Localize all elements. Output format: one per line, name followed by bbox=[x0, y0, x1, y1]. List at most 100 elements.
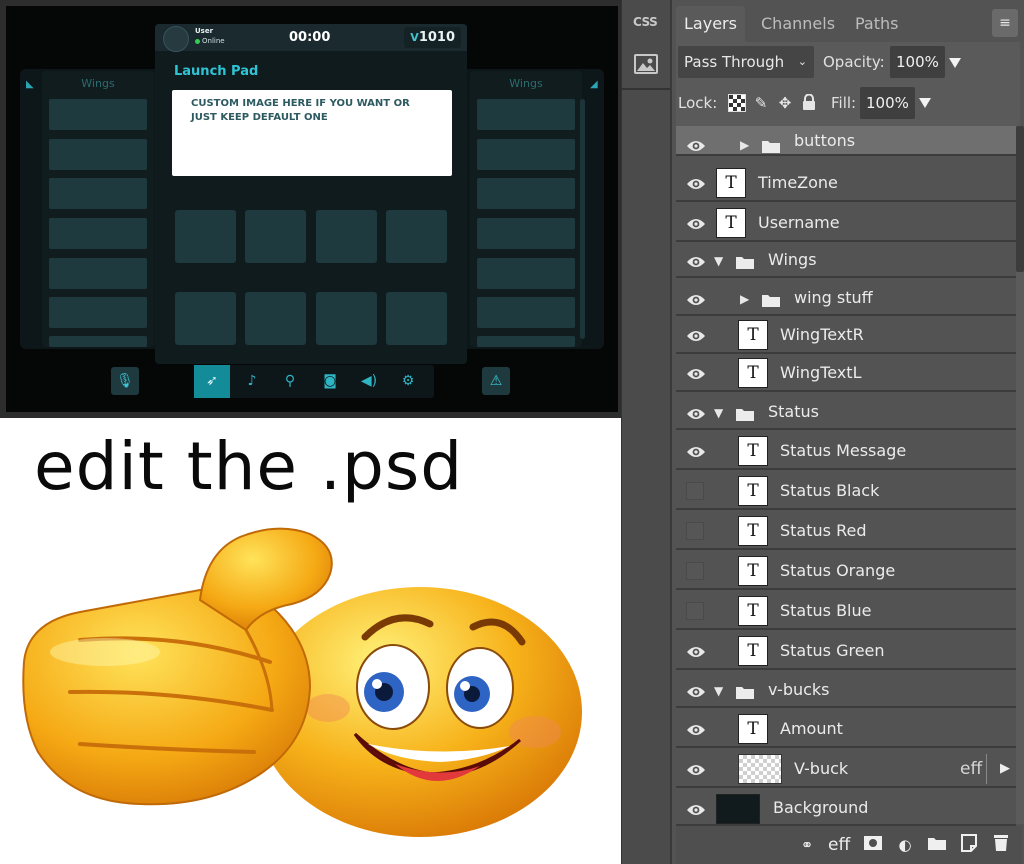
eye-icon[interactable] bbox=[686, 254, 706, 268]
layer-effects-badge[interactable]: eff bbox=[960, 750, 982, 788]
gear-button[interactable]: ⚙ bbox=[390, 365, 426, 398]
eye-icon[interactable] bbox=[686, 176, 706, 190]
app-tile[interactable] bbox=[175, 292, 236, 345]
rocket-button[interactable]: ➶ bbox=[194, 365, 230, 398]
layer-row[interactable]: T Username bbox=[676, 204, 1016, 242]
wing-left-tile[interactable] bbox=[49, 297, 147, 328]
visibility-toggle-off[interactable] bbox=[686, 602, 704, 620]
eye-icon[interactable] bbox=[686, 684, 706, 698]
layer-list-scrollbar[interactable] bbox=[1016, 126, 1024, 824]
chevron-right-icon[interactable]: ▶ bbox=[740, 291, 749, 307]
wing-right-tile[interactable] bbox=[477, 336, 575, 347]
microphone-button[interactable]: 🎙︎ bbox=[111, 367, 139, 395]
new-layer-icon[interactable] bbox=[958, 834, 980, 856]
eye-icon[interactable] bbox=[686, 138, 706, 152]
layer-row[interactable]: ▶ wing stuff bbox=[676, 280, 1016, 316]
wing-left-tile[interactable] bbox=[49, 178, 147, 209]
eye-icon[interactable] bbox=[686, 366, 706, 380]
layer-row[interactable]: T Status Red bbox=[676, 512, 1016, 550]
layer-row[interactable]: T Status Message bbox=[676, 432, 1016, 470]
eye-icon[interactable] bbox=[686, 644, 706, 658]
layer-row[interactable]: Background bbox=[676, 790, 1016, 826]
chevron-down-icon[interactable]: ▼ bbox=[714, 683, 723, 699]
lock-move-icon[interactable]: ✥ bbox=[776, 94, 794, 112]
app-tile[interactable] bbox=[245, 210, 306, 263]
folder-icon bbox=[762, 292, 780, 307]
layer-row[interactable]: T TimeZone bbox=[676, 164, 1016, 202]
layer-row[interactable]: ▼ Status bbox=[676, 394, 1016, 430]
wing-right-tile[interactable] bbox=[477, 258, 575, 289]
chevron-down-icon[interactable]: ▼ bbox=[714, 405, 723, 421]
visibility-toggle-off[interactable] bbox=[686, 482, 704, 500]
chevron-right-icon[interactable]: ▶ bbox=[1000, 761, 1010, 777]
wing-left-tile[interactable] bbox=[49, 258, 147, 289]
adjustment-icon[interactable]: ◐ bbox=[894, 834, 916, 856]
wing-right-tile[interactable] bbox=[477, 139, 575, 170]
bell-button[interactable]: ♪ bbox=[234, 365, 270, 398]
wing-right-tile[interactable] bbox=[477, 178, 575, 209]
app-tile[interactable] bbox=[175, 210, 236, 263]
chevron-down-icon[interactable]: ▼ bbox=[714, 253, 723, 269]
trash-icon[interactable] bbox=[990, 834, 1012, 856]
layer-row[interactable]: T Status Green bbox=[676, 632, 1016, 670]
layer-row[interactable]: T Status Blue bbox=[676, 592, 1016, 630]
camera-button[interactable]: ◙ bbox=[312, 365, 348, 398]
tab-paths[interactable]: Paths bbox=[847, 6, 906, 42]
tab-channels[interactable]: Channels bbox=[753, 6, 843, 42]
eye-icon[interactable] bbox=[686, 406, 706, 420]
fill-input[interactable]: 100% bbox=[860, 87, 915, 119]
app-tile[interactable] bbox=[386, 210, 447, 263]
tab-layers[interactable]: Layers bbox=[676, 6, 745, 42]
layer-row[interactable]: T WingTextR bbox=[676, 316, 1016, 354]
app-tile[interactable] bbox=[316, 210, 377, 263]
css-button[interactable]: CSS bbox=[633, 15, 658, 29]
layer-row[interactable]: T Status Orange bbox=[676, 552, 1016, 590]
layer-row[interactable]: T WingTextL bbox=[676, 354, 1016, 392]
blend-mode-select[interactable]: Pass Through ⌄ bbox=[678, 46, 814, 78]
wing-right-tile[interactable] bbox=[477, 297, 575, 328]
link-icon[interactable]: ⚭ bbox=[796, 834, 818, 856]
opacity-dropdown-icon[interactable] bbox=[949, 58, 961, 68]
wing-right-tile[interactable] bbox=[477, 218, 575, 249]
mask-icon[interactable] bbox=[862, 834, 884, 856]
layer-row[interactable]: ▼ Wings bbox=[676, 242, 1016, 278]
wing-right-tile[interactable] bbox=[477, 99, 575, 130]
fill-dropdown-icon[interactable] bbox=[919, 98, 931, 108]
wing-right-scrollbar-outer[interactable] bbox=[580, 99, 585, 339]
chevron-right-icon[interactable]: ▶ bbox=[740, 137, 749, 153]
eye-icon[interactable] bbox=[686, 292, 706, 306]
wing-left-tile[interactable] bbox=[49, 218, 147, 249]
avatar[interactable] bbox=[163, 26, 189, 52]
volume-button[interactable]: ◀) bbox=[351, 365, 387, 398]
eye-icon[interactable] bbox=[686, 216, 706, 230]
eye-icon[interactable] bbox=[686, 722, 706, 736]
lock-paint-brush-icon[interactable]: ✎ bbox=[752, 94, 770, 112]
layer-row[interactable]: ▶ buttons bbox=[676, 126, 1016, 156]
wing-left-tile[interactable] bbox=[49, 336, 147, 347]
visibility-toggle-off[interactable] bbox=[686, 522, 704, 540]
layer-row[interactable]: V-buck eff ▶ bbox=[676, 750, 1016, 788]
app-tile[interactable] bbox=[245, 292, 306, 345]
effects-icon[interactable]: eff bbox=[828, 834, 850, 856]
new-folder-icon[interactable] bbox=[926, 834, 948, 856]
eye-icon[interactable] bbox=[686, 762, 706, 776]
app-tile[interactable] bbox=[316, 292, 377, 345]
lock-all-icon[interactable] bbox=[800, 93, 818, 112]
lock-transparency-icon[interactable] bbox=[728, 94, 746, 112]
opacity-input[interactable]: 100% bbox=[890, 46, 945, 78]
panel-menu-button[interactable]: ≡ bbox=[992, 9, 1018, 37]
map-pin-button[interactable]: ⚲ bbox=[272, 365, 308, 398]
layer-row[interactable]: T Amount bbox=[676, 710, 1016, 748]
wing-left-tile[interactable] bbox=[49, 139, 147, 170]
eye-icon[interactable] bbox=[686, 328, 706, 342]
wing-left-tile[interactable] bbox=[49, 99, 147, 130]
eye-icon[interactable] bbox=[686, 444, 706, 458]
image-icon[interactable] bbox=[634, 54, 658, 74]
eye-icon[interactable] bbox=[686, 802, 706, 816]
layer-row[interactable]: ▼ v-bucks bbox=[676, 672, 1016, 708]
visibility-toggle-off[interactable] bbox=[686, 562, 704, 580]
warning-button[interactable]: ⚠ bbox=[482, 367, 510, 395]
scrollbar-thumb[interactable] bbox=[1016, 126, 1024, 272]
app-tile[interactable] bbox=[386, 292, 447, 345]
layer-row[interactable]: T Status Black bbox=[676, 472, 1016, 510]
